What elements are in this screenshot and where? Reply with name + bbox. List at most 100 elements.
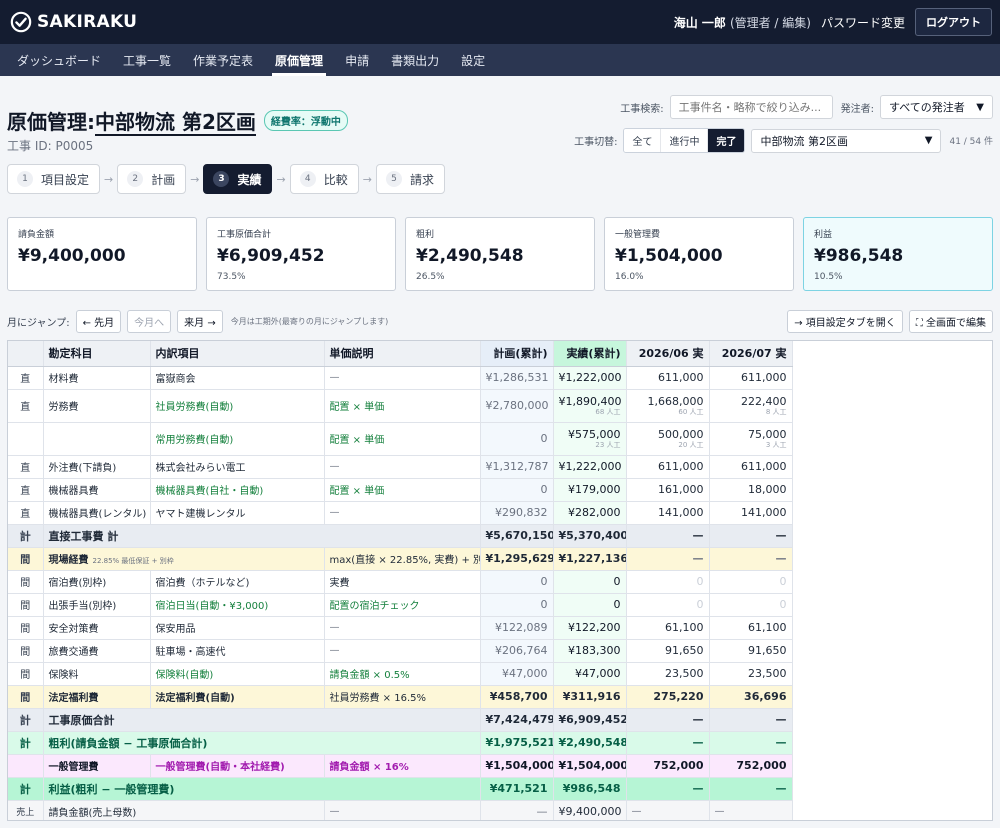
password-change-link[interactable]: パスワード変更 bbox=[821, 14, 905, 31]
month1-workdays: 20 人工 bbox=[678, 441, 704, 449]
row-plan: 0 bbox=[480, 478, 554, 502]
row-account: 保険料 bbox=[43, 662, 151, 686]
row-desc: 社員労務費 × 16.5% bbox=[324, 685, 481, 709]
app-logo[interactable]: SAKIRAKU bbox=[10, 11, 137, 33]
month2-workdays: 3 人工 bbox=[765, 441, 787, 449]
step-compare[interactable]: 4 比較 bbox=[289, 164, 359, 194]
nav-schedule[interactable]: 作業予定表 bbox=[182, 44, 264, 76]
row-month2[interactable]: 91,650 bbox=[709, 639, 793, 663]
row-plan: ¥2,780,000 bbox=[480, 389, 554, 423]
row-month2: — bbox=[709, 547, 793, 571]
actual-workdays: 23 人工 bbox=[595, 441, 621, 449]
row-month2: — bbox=[709, 731, 793, 755]
filter-completed[interactable]: 完了 bbox=[708, 129, 745, 152]
client-label: 発注者: bbox=[840, 103, 874, 115]
gross-profit-row: 計 粗利(請負金額 − 工事原価合計) ¥1,975,521 ¥2,490,54… bbox=[8, 731, 793, 755]
card-admin-expense: 一般管理費 ¥1,504,000 16.0% bbox=[604, 217, 794, 291]
row-account: 安全対策費 bbox=[43, 616, 151, 640]
row-month2[interactable]: 611,000 bbox=[709, 455, 793, 479]
table-row: 間 旅費交通費 駐車場・高速代 — ¥206,764 ¥183,300 91,6… bbox=[8, 639, 793, 663]
row-desc: 配置 × 単価 bbox=[324, 478, 481, 502]
logout-button[interactable]: ログアウト bbox=[915, 8, 992, 36]
search-label: 工事検索: bbox=[620, 103, 664, 115]
row-account: 外注費(下請負) bbox=[43, 455, 151, 479]
row-kind: 間 bbox=[8, 662, 44, 686]
row-kind: 直 bbox=[8, 389, 44, 423]
actual-value: ¥1,890,400 bbox=[558, 395, 622, 408]
row-account: 出張手当(別枠) bbox=[43, 593, 151, 617]
client-select[interactable]: すべての発注者 ▼ bbox=[880, 95, 993, 119]
row-item[interactable]: 駐車場・高速代 bbox=[150, 639, 325, 663]
jump-label: 月にジャンプ: bbox=[7, 318, 70, 329]
row-item[interactable]: 保安用品 bbox=[150, 616, 325, 640]
subtotal-row: 計 直接工事費 計 ¥5,670,150 ¥5,370,400 — — bbox=[8, 524, 793, 548]
nav-applications[interactable]: 申請 bbox=[334, 44, 380, 76]
table-row: 間 安全対策費 保安用品 — ¥122,089 ¥122,200 61,100 … bbox=[8, 616, 793, 640]
row-month1: 275,220 bbox=[626, 685, 710, 709]
fullscreen-edit-button[interactable]: ⛶ 全画面で編集 bbox=[908, 310, 993, 333]
row-month2[interactable]: 61,100 bbox=[709, 616, 793, 640]
row-month1: 23,500 bbox=[626, 662, 710, 686]
row-item[interactable]: ヤマト建機レンタル bbox=[150, 501, 325, 525]
row-month1[interactable]: 141,000 bbox=[626, 501, 710, 525]
nav-settings[interactable]: 設定 bbox=[450, 44, 496, 76]
expense-rate-badge: 経費率：浮動中 bbox=[263, 110, 348, 131]
step-number: 1 bbox=[17, 171, 33, 187]
project-name: 中部物流 第2区画 bbox=[95, 110, 256, 136]
card-label: 一般管理費 bbox=[615, 230, 661, 240]
next-month-button[interactable]: 来月 → bbox=[177, 310, 223, 333]
row-month2[interactable]: 0 bbox=[709, 570, 793, 594]
row-kind: 直 bbox=[8, 455, 44, 479]
open-settings-tab-button[interactable]: → 項目設定タブを開く bbox=[787, 310, 903, 333]
row-item[interactable]: 宿泊費（ホテルなど) bbox=[150, 570, 325, 594]
project-select[interactable]: 中部物流 第2区画 ▼ bbox=[751, 128, 942, 153]
nav-cost-management[interactable]: 原価管理 bbox=[264, 44, 334, 76]
current-month-button[interactable]: 今月へ bbox=[127, 310, 172, 333]
row-month1[interactable]: 0 bbox=[626, 570, 710, 594]
row-month1[interactable]: 611,000 bbox=[626, 366, 710, 390]
actual-value: ¥575,000 bbox=[568, 428, 621, 441]
filter-in-progress[interactable]: 進行中 bbox=[661, 129, 709, 152]
row-month2: 0 bbox=[709, 593, 793, 617]
card-value: ¥986,548 bbox=[814, 246, 904, 266]
row-month1[interactable]: 91,650 bbox=[626, 639, 710, 663]
step-item-settings[interactable]: 1 項目設定 bbox=[7, 164, 101, 194]
month2-workdays: 8 人工 bbox=[765, 408, 787, 416]
top-bar: SAKIRAKU 海山 一郎 (管理者 / 編集) パスワード変更 ログアウト bbox=[0, 0, 1000, 44]
step-actual[interactable]: 3 実績 bbox=[203, 164, 273, 194]
card-label: 工事原価合計 bbox=[217, 230, 272, 240]
nav-documents[interactable]: 書類出力 bbox=[380, 44, 450, 76]
nav-dashboard[interactable]: ダッシュボード bbox=[6, 44, 112, 76]
row-account: 法定福利費 bbox=[43, 685, 151, 709]
step-invoice[interactable]: 5 請求 bbox=[375, 164, 445, 194]
row-month2[interactable]: 141,000 bbox=[709, 501, 793, 525]
row-month1: 752,000 bbox=[626, 754, 710, 778]
row-month2[interactable]: 611,000 bbox=[709, 366, 793, 390]
arrow-right-icon: → bbox=[362, 172, 372, 186]
row-month1: 1,668,000 60 人工 bbox=[626, 389, 710, 423]
row-item: 社員労務費(自動) bbox=[150, 389, 325, 423]
status-segmented-control: 全て 進行中 完了 bbox=[623, 128, 746, 153]
row-month2: 23,500 bbox=[709, 662, 793, 686]
row-account: 一般管理費 bbox=[43, 754, 151, 778]
row-item[interactable]: 富嶽商会 bbox=[150, 366, 325, 390]
project-search-input[interactable] bbox=[669, 95, 833, 119]
project-id: 工事 ID: P0005 bbox=[7, 139, 94, 153]
row-plan: — bbox=[480, 800, 554, 820]
filter-all[interactable]: 全て bbox=[624, 129, 662, 152]
cost-table: 勘定科目 内訳項目 単価説明 計画(累計) 実績(累計) 2026/06 実 2… bbox=[8, 341, 793, 820]
row-plan: 0 bbox=[480, 570, 554, 594]
nav-projects[interactable]: 工事一覧 bbox=[112, 44, 182, 76]
row-item: 機械器具費(自社・自動) bbox=[150, 478, 325, 502]
card-label: 利益 bbox=[814, 230, 833, 240]
row-item[interactable]: 株式会社みらい電工 bbox=[150, 455, 325, 479]
step-plan[interactable]: 2 計画 bbox=[117, 164, 187, 194]
row-kind: 間 bbox=[8, 639, 44, 663]
prev-month-button[interactable]: ← 先月 bbox=[75, 310, 122, 333]
row-kind: 間 bbox=[8, 593, 44, 617]
admin-expense-row: 一般管理費 一般管理費(自動・本社経費) 請負金額 × 16% ¥1,504,0… bbox=[8, 754, 793, 778]
row-month1[interactable]: 61,100 bbox=[626, 616, 710, 640]
step-label: 項目設定 bbox=[41, 172, 90, 187]
row-month2: 222,400 8 人工 bbox=[709, 389, 793, 423]
row-month1[interactable]: 611,000 bbox=[626, 455, 710, 479]
